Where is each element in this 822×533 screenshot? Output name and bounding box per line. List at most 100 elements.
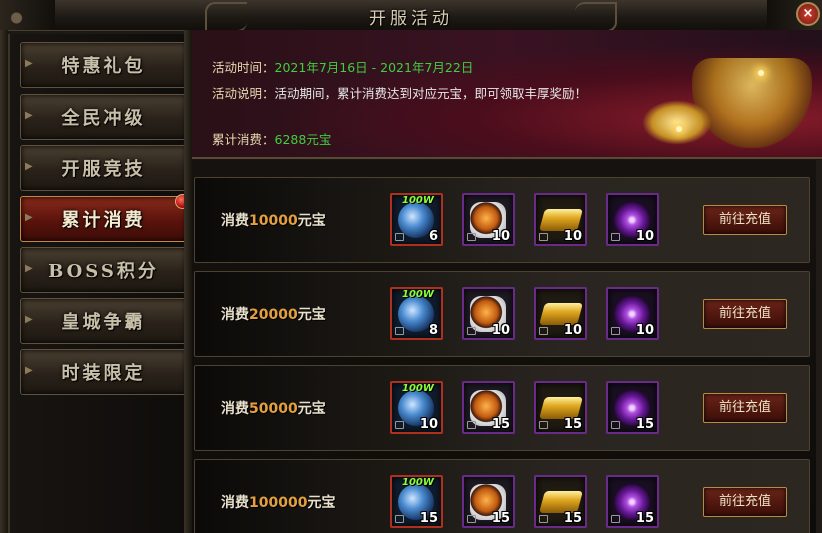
reward-list[interactable]: 消费10000元宝 100W 6 10 10 10 前往充值 消费20000元宝 … xyxy=(192,160,822,533)
item-count: 10 xyxy=(635,229,654,244)
recharge-button[interactable]: 前往充值 xyxy=(703,205,787,235)
spend-requirement: 消费10000元宝 xyxy=(221,210,326,230)
total-spend-label: 累计消费： xyxy=(212,132,275,147)
spend-prefix: 消费 xyxy=(221,307,249,323)
bind-lock-icon xyxy=(395,515,404,523)
reward-item-slot[interactable]: 100W 8 xyxy=(390,287,443,340)
bind-lock-icon xyxy=(395,233,404,241)
sidebar-item-label: BOSS积分 xyxy=(48,261,159,282)
activity-desc-label: 活动说明： xyxy=(212,86,275,101)
gold-bar-icon xyxy=(539,209,583,231)
reward-item-slot[interactable]: 15 xyxy=(606,475,659,528)
reward-item-slot[interactable]: 100W 15 xyxy=(390,475,443,528)
reward-item-slot[interactable]: 15 xyxy=(534,381,587,434)
sidebar-item-tehui[interactable]: ▶ 特惠礼包 xyxy=(20,42,187,88)
item-count: 15 xyxy=(419,511,438,526)
item-count: 8 xyxy=(428,323,438,338)
reward-item-slot[interactable]: 15 xyxy=(462,475,515,528)
reward-item-slot[interactable]: 100W 6 xyxy=(390,193,443,246)
bind-lock-icon xyxy=(611,327,620,335)
activity-banner: 活动时间：2021年7月16日 - 2021年7月22日 活动说明：活动期间，累… xyxy=(192,30,822,159)
spend-amount: 100000 xyxy=(249,495,308,511)
item-count: 10 xyxy=(491,229,510,244)
spend-suffix: 元宝 xyxy=(307,495,336,511)
sidebar-item-leiji[interactable]: ▶ 累计消费 xyxy=(20,194,190,242)
reward-item-slot[interactable]: 15 xyxy=(606,381,659,434)
spend-suffix: 元宝 xyxy=(297,307,326,323)
sidebar-item-huangcheng[interactable]: ▶ 皇城争霸 xyxy=(20,298,187,344)
title-bar: 开服活动 × xyxy=(0,0,822,32)
window-title: 开服活动 xyxy=(369,9,453,29)
bind-lock-icon xyxy=(611,233,620,241)
item-count: 15 xyxy=(563,417,582,432)
activity-time-label: 活动时间： xyxy=(212,60,275,75)
item-count: 10 xyxy=(491,323,510,338)
reward-item-slot[interactable]: 10 xyxy=(606,287,659,340)
item-count: 6 xyxy=(428,229,438,244)
recharge-button[interactable]: 前往充值 xyxy=(703,487,787,517)
spend-requirement: 消费100000元宝 xyxy=(221,492,335,512)
bind-lock-icon xyxy=(539,327,548,335)
bind-lock-icon xyxy=(611,421,620,429)
sidebar-item-label: 开服竞技 xyxy=(61,159,146,180)
reward-item-slot[interactable]: 15 xyxy=(534,475,587,528)
close-icon[interactable]: × xyxy=(796,2,820,26)
spend-requirement: 消费20000元宝 xyxy=(221,304,326,324)
bind-lock-icon xyxy=(539,421,548,429)
frame-divider xyxy=(184,30,192,533)
item-count: 15 xyxy=(635,417,654,432)
spend-prefix: 消费 xyxy=(221,213,249,229)
bind-lock-icon xyxy=(467,233,476,241)
activity-time-value: 2021年7月16日 - 2021年7月22日 xyxy=(274,60,474,75)
item-tag: 100W xyxy=(402,195,434,206)
sidebar: ▶ 特惠礼包 ▶ 全民冲级 ▶ 开服竞技 ▶ 累计消费 ▶ BOSS积分 ▶ 皇… xyxy=(8,34,190,533)
reward-item-slot[interactable]: 15 xyxy=(462,381,515,434)
item-tag: 100W xyxy=(402,289,434,300)
recharge-button[interactable]: 前往充值 xyxy=(703,393,787,423)
item-count: 15 xyxy=(563,511,582,526)
bind-lock-icon xyxy=(467,327,476,335)
activity-desc-value: 活动期间，累计消费达到对应元宝，即可领取丰厚奖励！ xyxy=(274,86,588,101)
spend-suffix: 元宝 xyxy=(297,213,326,229)
bind-lock-icon xyxy=(539,233,548,241)
scrollbar[interactable] xyxy=(816,160,822,533)
sidebar-item-label: 特惠礼包 xyxy=(61,56,146,77)
sidebar-item-shizhuang[interactable]: ▶ 时装限定 xyxy=(20,349,187,395)
sparkle-icon xyxy=(758,70,764,76)
reward-item-slot[interactable]: 10 xyxy=(606,193,659,246)
item-count: 10 xyxy=(635,323,654,338)
total-spend-line: 累计消费：6288元宝 xyxy=(212,129,331,148)
sidebar-item-quanmin[interactable]: ▶ 全民冲级 xyxy=(20,94,187,140)
item-count: 15 xyxy=(491,417,510,432)
item-count: 10 xyxy=(419,417,438,432)
reward-row: 消费100000元宝 100W 15 15 15 15 前往充值 xyxy=(194,459,810,533)
reward-item-slot[interactable]: 10 xyxy=(462,287,515,340)
reward-item-slot[interactable]: 100W 10 xyxy=(390,381,443,434)
item-count: 10 xyxy=(563,323,582,338)
bind-lock-icon xyxy=(467,515,476,523)
bind-lock-icon xyxy=(611,515,620,523)
sidebar-item-label: 累计消费 xyxy=(61,210,146,231)
spend-amount: 50000 xyxy=(249,401,298,417)
reward-row: 消费10000元宝 100W 6 10 10 10 前往充值 xyxy=(194,177,810,263)
item-count: 15 xyxy=(491,511,510,526)
reward-item-slot[interactable]: 10 xyxy=(534,287,587,340)
sidebar-item-label: 时装限定 xyxy=(61,363,146,384)
gold-ingot-icon xyxy=(642,100,712,145)
gold-bar-icon xyxy=(539,303,583,325)
reward-item-slot[interactable]: 10 xyxy=(462,193,515,246)
spend-amount: 10000 xyxy=(249,213,298,229)
activity-time-line: 活动时间：2021年7月16日 - 2021年7月22日 xyxy=(212,57,473,76)
spend-amount: 20000 xyxy=(249,307,298,323)
reward-item-slot[interactable]: 10 xyxy=(534,193,587,246)
sidebar-item-jingji[interactable]: ▶ 开服竞技 xyxy=(20,145,187,191)
sidebar-item-boss[interactable]: ▶ BOSS积分 xyxy=(20,247,187,293)
bind-lock-icon xyxy=(395,327,404,335)
recharge-button[interactable]: 前往充值 xyxy=(703,299,787,329)
gold-bar-icon xyxy=(539,397,583,419)
item-tag: 100W xyxy=(402,383,434,394)
sidebar-item-label: 皇城争霸 xyxy=(61,312,146,333)
frame-left xyxy=(0,30,8,533)
item-count: 10 xyxy=(563,229,582,244)
activity-desc-line: 活动说明：活动期间，累计消费达到对应元宝，即可领取丰厚奖励！ xyxy=(212,83,587,102)
